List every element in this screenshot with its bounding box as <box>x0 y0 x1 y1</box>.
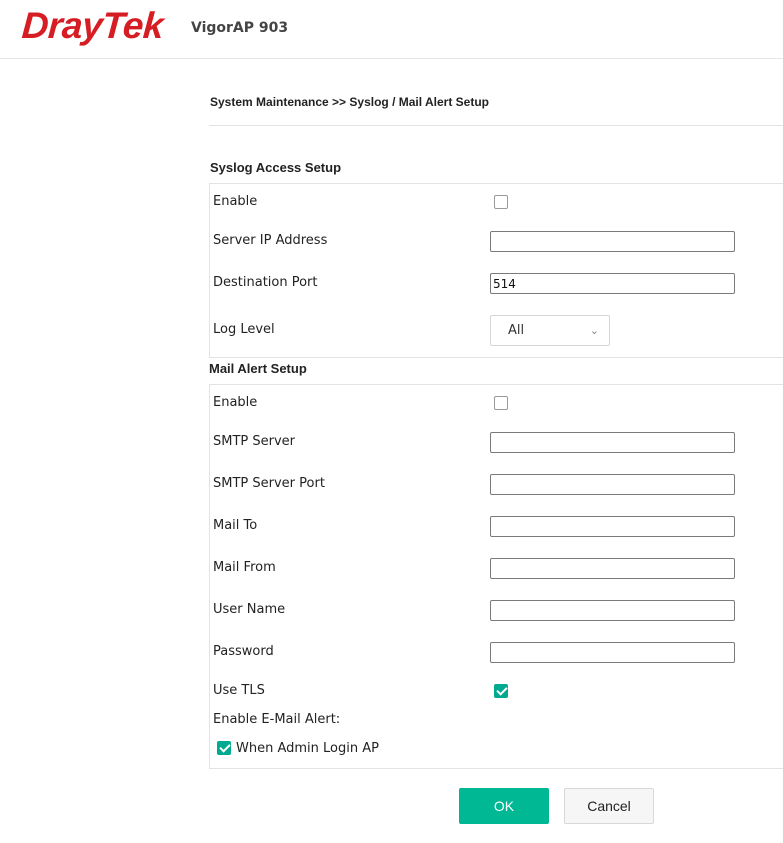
admin-login-label: When Admin Login AP <box>236 741 379 756</box>
destination-port-input[interactable] <box>490 273 735 294</box>
use-tls-label: Use TLS <box>213 683 265 698</box>
breadcrumb-divider <box>209 125 783 126</box>
user-name-label: User Name <box>213 602 286 617</box>
log-level-select[interactable]: All ⌄ <box>490 315 610 346</box>
syslog-enable-checkbox[interactable] <box>494 195 508 209</box>
mail-to-input[interactable] <box>490 516 735 537</box>
breadcrumb: System Maintenance >> Syslog / Mail Aler… <box>210 95 489 109</box>
user-name-input[interactable] <box>490 600 735 621</box>
destination-port-label: Destination Port <box>213 275 318 290</box>
draytek-logo: DrayTek <box>20 5 165 46</box>
ok-button[interactable]: OK <box>459 788 549 824</box>
mail-from-input[interactable] <box>490 558 735 579</box>
mail-enable-checkbox[interactable] <box>494 396 508 410</box>
mail-section-title: Mail Alert Setup <box>209 361 307 376</box>
password-label: Password <box>213 644 274 659</box>
admin-login-checkbox[interactable] <box>217 741 231 755</box>
server-ip-label: Server IP Address <box>213 233 328 248</box>
mail-enable-label: Enable <box>213 395 258 410</box>
smtp-port-label: SMTP Server Port <box>213 476 325 491</box>
mail-from-label: Mail From <box>213 560 276 575</box>
use-tls-checkbox[interactable] <box>494 684 508 698</box>
server-ip-input[interactable] <box>490 231 735 252</box>
log-level-value: All <box>508 323 525 338</box>
smtp-port-input[interactable] <box>490 474 735 495</box>
log-level-label: Log Level <box>213 322 275 337</box>
password-input[interactable] <box>490 642 735 663</box>
cancel-button[interactable]: Cancel <box>564 788 654 824</box>
syslog-section-title: Syslog Access Setup <box>210 160 342 175</box>
mail-to-label: Mail To <box>213 518 258 533</box>
smtp-server-label: SMTP Server <box>213 434 296 449</box>
chevron-down-icon: ⌄ <box>589 324 599 337</box>
device-model: VigorAP 903 <box>191 20 289 36</box>
syslog-enable-label: Enable <box>213 194 258 209</box>
top-header: DrayTek VigorAP 903 <box>0 0 783 59</box>
enable-email-alert-label: Enable E-Mail Alert: <box>213 712 341 727</box>
smtp-server-input[interactable] <box>490 432 735 453</box>
